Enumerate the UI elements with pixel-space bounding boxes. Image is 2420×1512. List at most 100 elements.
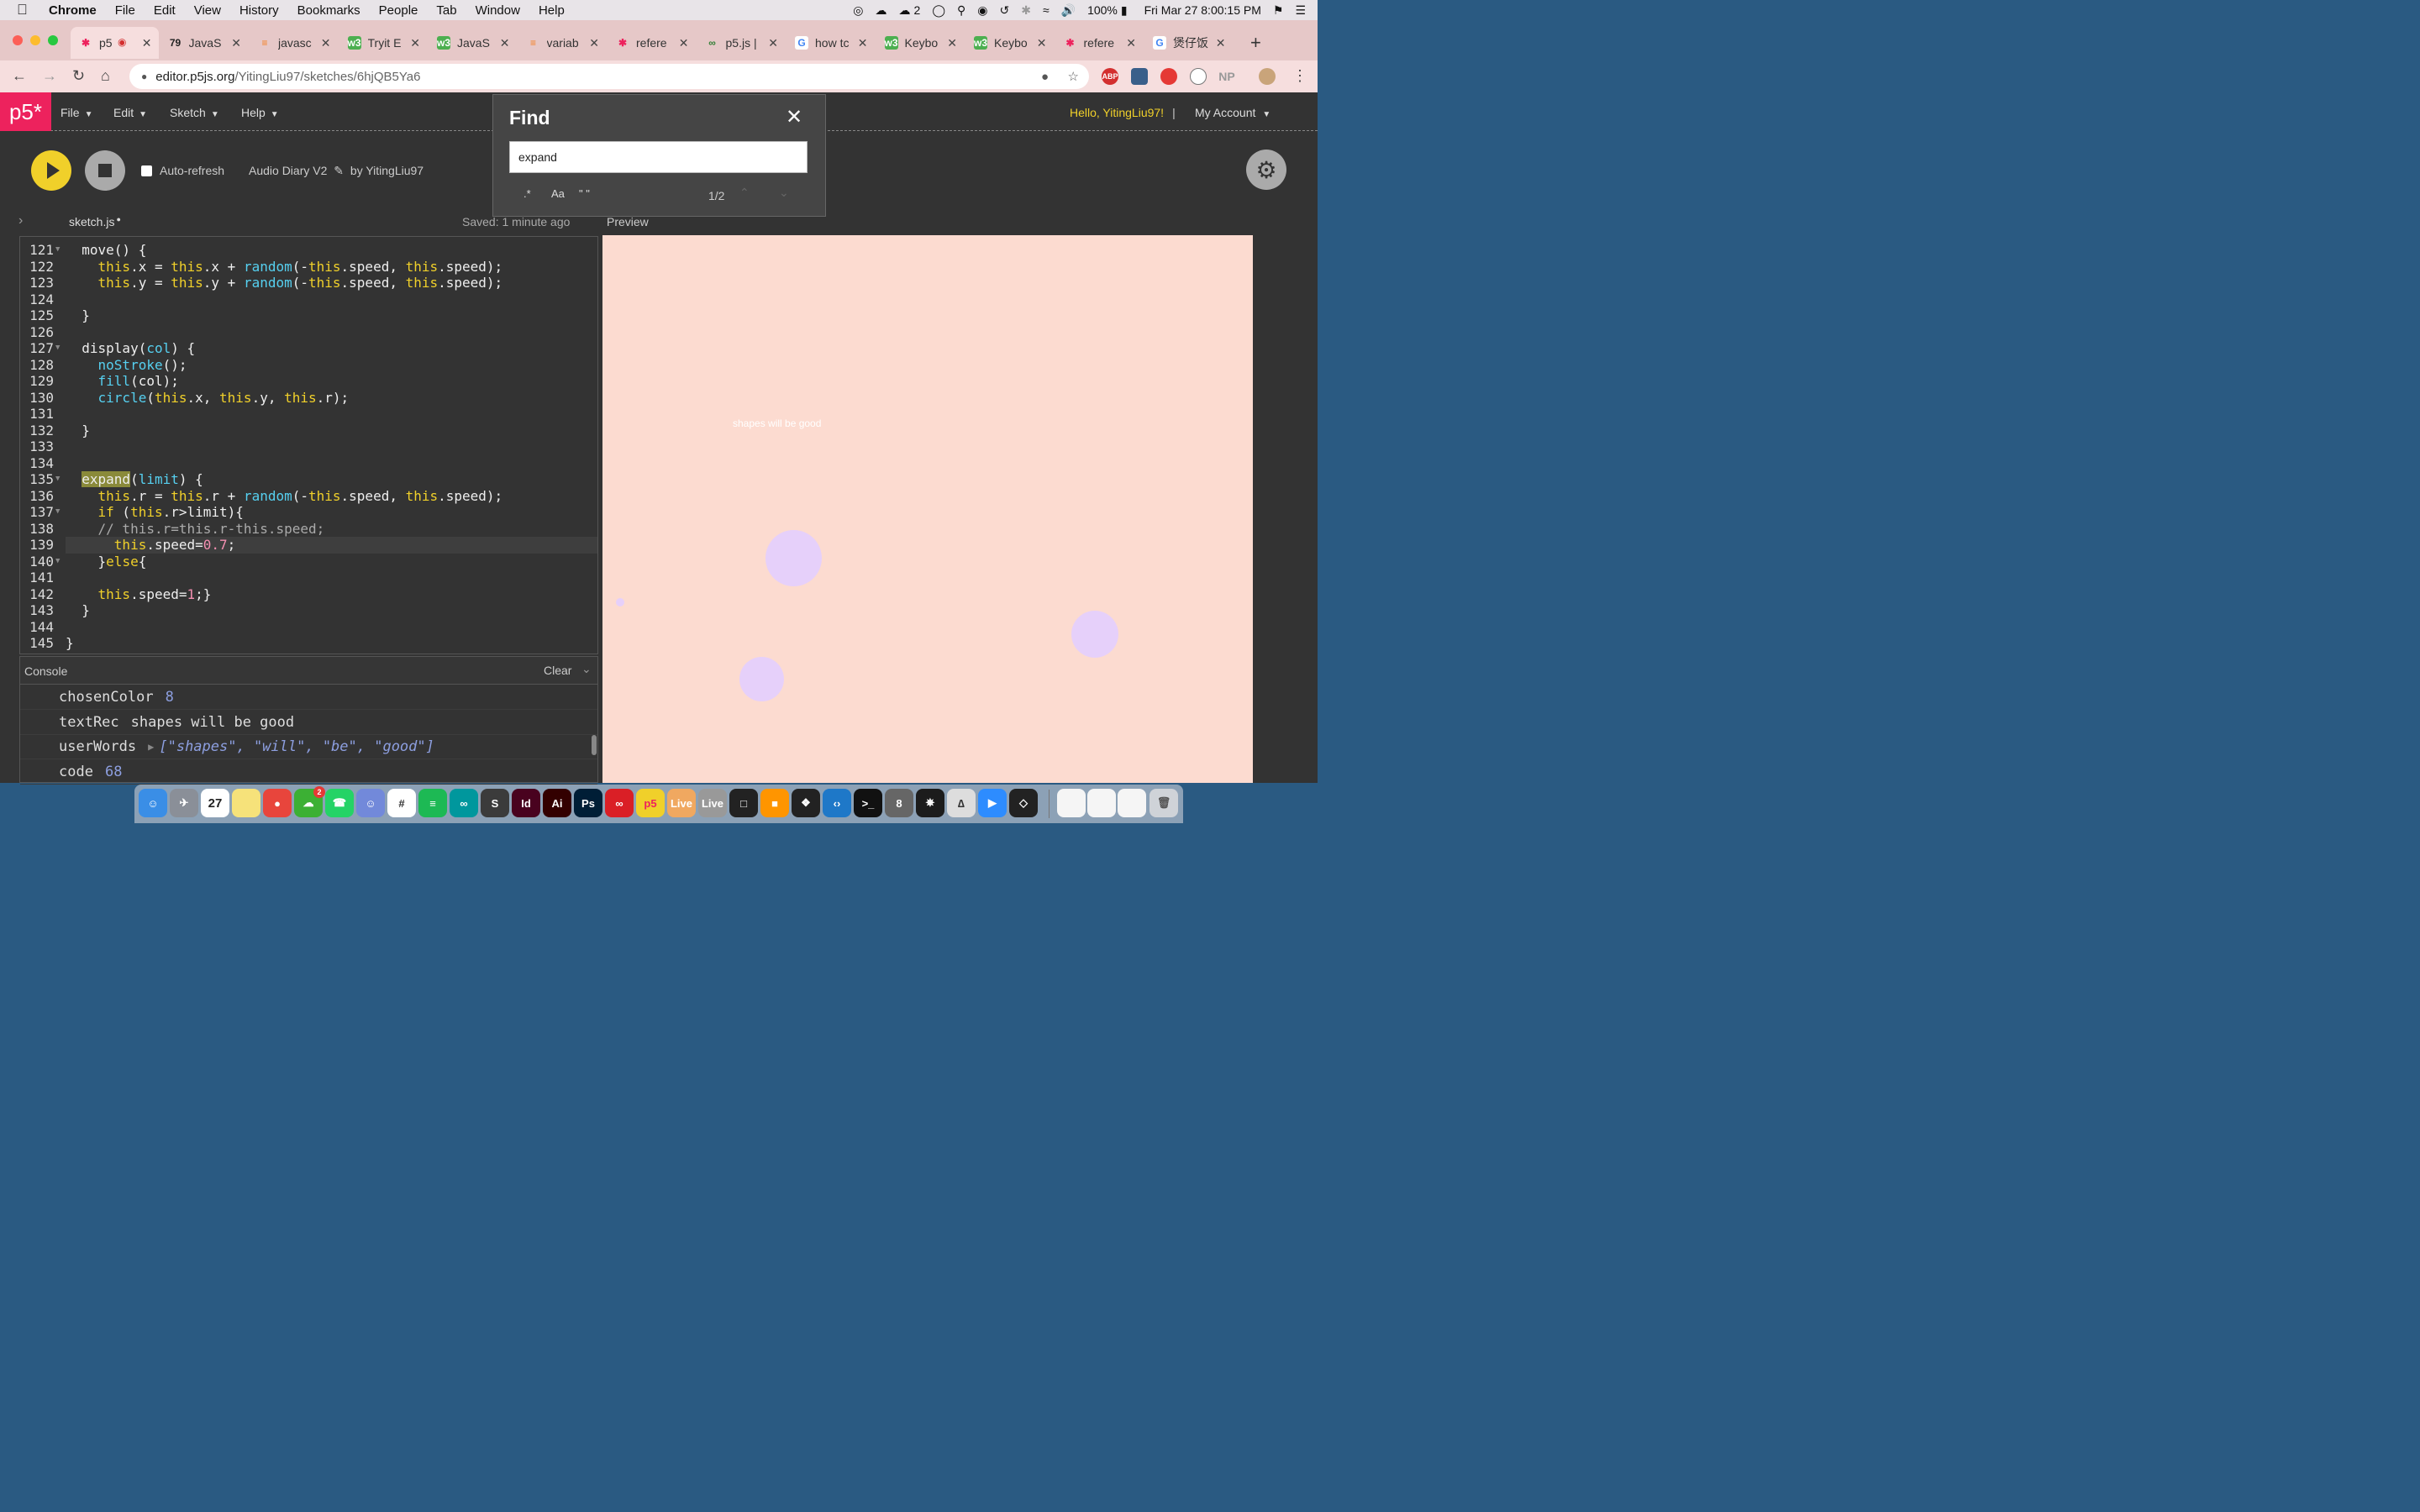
wifi-icon[interactable]: ≈ (1043, 3, 1050, 17)
tab-12[interactable]: G 煲仔饭 ✕ (1144, 27, 1233, 59)
at-icon[interactable]: ◎ (853, 3, 863, 18)
pencil-icon[interactable]: ✎ (334, 164, 344, 177)
volume-icon[interactable]: 🔊 (1061, 3, 1076, 18)
spotify-icon[interactable]: ≡ (418, 789, 447, 817)
home-icon[interactable]: ⌂ (101, 67, 110, 85)
profile-avatar[interactable] (1259, 68, 1276, 85)
zoom-icon[interactable]: ▶ (978, 789, 1007, 817)
code-line[interactable]: } (66, 602, 90, 619)
battery-icon[interactable]: ▮ (1121, 3, 1128, 18)
fold-arrow-icon[interactable]: ▼ (55, 340, 60, 357)
tab-6[interactable]: ✱ refere ✕ (608, 27, 696, 59)
live-icon[interactable]: Live (667, 789, 696, 817)
forward-icon[interactable]: → (42, 67, 57, 85)
tab-11[interactable]: ✱ refere ✕ (1055, 27, 1144, 59)
tab-4[interactable]: w3 JavaS ✕ (429, 27, 517, 59)
console-clear-button[interactable]: Clear (544, 664, 571, 677)
terminal-green-icon[interactable]: □ (729, 789, 758, 817)
spotlight-icon[interactable]: ⚲ (957, 3, 965, 18)
maximize-window-button[interactable] (48, 35, 58, 45)
tab-8[interactable]: Ghow tc ✕ (786, 27, 875, 59)
sketch-author[interactable]: by YitingLiu97 (350, 164, 424, 177)
close-tab-icon[interactable]: ✕ (947, 36, 957, 50)
microphone-icon[interactable]: ● (1041, 70, 1049, 84)
code-line[interactable]: } (66, 307, 90, 324)
figma-icon[interactable]: ❖ (792, 789, 820, 817)
terminal-icon[interactable]: >_ (854, 789, 882, 817)
close-tab-icon[interactable]: ✕ (589, 36, 599, 50)
vscode-icon[interactable]: ‹› (823, 789, 851, 817)
back-icon[interactable]: ← (12, 67, 27, 85)
p5-menu-help[interactable]: Help ▼ (241, 106, 279, 119)
menu-file[interactable]: File (115, 3, 135, 18)
code-line[interactable]: } (66, 635, 74, 652)
np-extension-icon[interactable]: NP (1218, 68, 1235, 85)
code-line[interactable]: this.y = this.y + random(-this.speed, th… (66, 275, 503, 291)
play-button[interactable] (31, 150, 71, 191)
code-editor[interactable]: 121 ▼ 122 123 124 125 126 127 ▼ 128 129 130 131 132 13… (19, 236, 598, 654)
menu-view[interactable]: View (194, 3, 221, 18)
finder-icon[interactable]: ☺ (139, 789, 167, 817)
indesign-icon[interactable]: Id (512, 789, 540, 817)
processing-icon[interactable]: ✵ (916, 789, 944, 817)
tab-1[interactable]: 79 JavaS ✕ (160, 27, 249, 59)
expand-array-icon[interactable]: ▶ (148, 741, 154, 753)
bookmark-star-icon[interactable]: ☆ (1068, 69, 1079, 84)
code-line[interactable]: if (this.r>limit){ (66, 504, 244, 521)
trash-icon[interactable]: 🗑 (1150, 789, 1178, 817)
chrome-menu-icon[interactable]: ⋮ (1292, 67, 1307, 85)
hello-user[interactable]: Hello, YitingLiu97! | (1070, 106, 1176, 119)
reload-icon[interactable]: ↻ (72, 67, 85, 85)
siri-icon[interactable]: ◉ (977, 3, 987, 18)
document-stack-icon[interactable] (1057, 789, 1086, 817)
close-tab-icon[interactable]: ✕ (321, 36, 331, 50)
extension-red-icon[interactable] (1160, 68, 1177, 85)
minimize-window-button[interactable] (30, 35, 40, 45)
address-bar[interactable]: ● editor.p5js.org /YitingLiu97/sketches/… (129, 64, 1089, 89)
next-match-chevron-down-icon[interactable]: ⌄ (779, 186, 789, 200)
flag-icon[interactable]: ⚑ (1273, 3, 1284, 18)
code-line[interactable]: // this.r=this.r-this.speed; (66, 521, 325, 538)
menu-history[interactable]: History (239, 3, 279, 18)
menu-people[interactable]: People (379, 3, 418, 18)
creative-cloud-icon[interactable]: ∞ (605, 789, 634, 817)
p5-icon[interactable]: p5 (636, 789, 665, 817)
menu-tab[interactable]: Tab (436, 3, 456, 18)
chrome-icon[interactable]: ● (263, 789, 292, 817)
code-line[interactable]: } (66, 423, 90, 439)
code-line[interactable]: fill(col); (66, 373, 179, 390)
document-stack-icon[interactable] (1118, 789, 1146, 817)
creative-cloud-status-icon[interactable]: ☁ (876, 3, 887, 18)
close-tab-icon[interactable]: ✕ (500, 36, 510, 50)
whatsapp-icon[interactable]: ☎ (325, 789, 354, 817)
auto-refresh-checkbox[interactable] (141, 165, 152, 176)
regex-toggle[interactable]: .* (523, 187, 531, 200)
preview-canvas[interactable]: shapes will be good (602, 235, 1253, 783)
globe-icon[interactable]: ◯ (932, 3, 945, 18)
notification-center-icon[interactable]: ☰ (1295, 3, 1306, 18)
close-icon[interactable]: ✕ (786, 105, 802, 129)
sketch-name[interactable]: Audio Diary V2 (249, 164, 327, 177)
apple-icon[interactable]:  (17, 2, 34, 18)
illustrator-icon[interactable]: Ai (543, 789, 571, 817)
fold-arrow-icon[interactable]: ▼ (55, 242, 60, 259)
extension-blue-icon[interactable] (1131, 68, 1148, 85)
fold-arrow-icon[interactable]: ▼ (55, 471, 60, 488)
close-tab-icon[interactable]: ✕ (1126, 36, 1136, 50)
close-tab-icon[interactable]: ✕ (231, 36, 241, 50)
menu-window[interactable]: Window (476, 3, 520, 18)
wechat-icon[interactable]: ☁ 2 (294, 786, 325, 817)
arduino-icon[interactable]: ∞ (450, 789, 478, 817)
unity-icon[interactable]: ◇ (1009, 789, 1038, 817)
code-line[interactable]: noStroke(); (66, 357, 187, 374)
tab-5[interactable]: ≡ variab ✕ (518, 27, 607, 59)
code-line[interactable]: circle(this.x, this.y, this.r); (66, 390, 350, 407)
tab-9[interactable]: w3 Keybo ✕ (876, 27, 965, 59)
console-scrollbar[interactable] (592, 735, 597, 755)
sublime-icon[interactable]: S (481, 789, 509, 817)
code-line[interactable]: this.speed=0.7; (66, 537, 236, 554)
fold-arrow-icon[interactable]: ▼ (55, 554, 60, 570)
tab-0[interactable]: ✱ p5 ◉ ✕ (71, 27, 159, 59)
whole-word-toggle[interactable]: " " (579, 187, 590, 200)
code-line[interactable]: expand(limit) { (66, 471, 203, 488)
